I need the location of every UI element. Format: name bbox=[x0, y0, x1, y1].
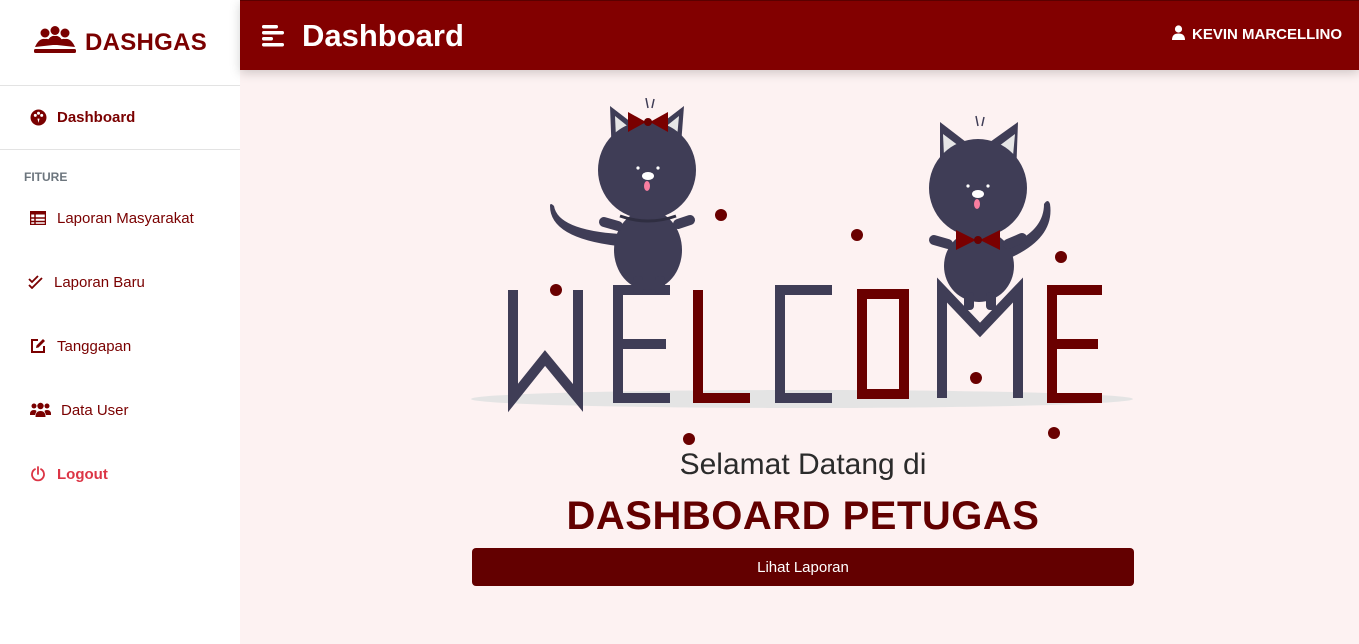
cat-right bbox=[929, 115, 1051, 310]
cat-left bbox=[550, 98, 696, 294]
user-icon bbox=[1172, 25, 1185, 44]
main-content: Selamat Datang di DASHBOARD PETUGAS Liha… bbox=[240, 70, 1359, 644]
sidebar-item-label: Logout bbox=[57, 465, 108, 483]
topbar: Dashboard KEVIN MARCELLINO bbox=[240, 0, 1359, 70]
user-menu[interactable]: KEVIN MARCELLINO bbox=[1172, 25, 1342, 44]
sidebar: DASHGAS Dashboard FITURE Laporan Masyara… bbox=[0, 0, 240, 644]
sidebar-section-title: FITURE bbox=[24, 170, 68, 184]
sidebar-item-logout[interactable]: Logout bbox=[0, 442, 240, 506]
sidebar-item-tanggapan[interactable]: Tanggapan bbox=[0, 314, 240, 378]
welcome-letters bbox=[508, 277, 1102, 413]
brand-name: DASHGAS bbox=[84, 28, 208, 56]
power-icon bbox=[29, 465, 47, 483]
edit-icon bbox=[29, 337, 47, 355]
lihat-laporan-button[interactable]: Lihat Laporan bbox=[472, 548, 1134, 586]
sidebar-item-laporan-baru[interactable]: Laporan Baru bbox=[0, 250, 240, 314]
page-title: Dashboard bbox=[302, 17, 464, 53]
brand[interactable]: DASHGAS bbox=[0, 0, 240, 86]
sidebar-item-label: Dashboard bbox=[57, 109, 136, 126]
sidebar-item-label: Data User bbox=[61, 401, 129, 419]
dashboard-headline: DASHBOARD PETUGAS bbox=[566, 494, 1040, 538]
users-icon bbox=[29, 401, 51, 419]
sidebar-item-label: Laporan Baru bbox=[54, 273, 145, 291]
sidebar-item-dashboard[interactable]: Dashboard bbox=[0, 86, 240, 150]
palette-icon bbox=[29, 109, 47, 127]
menu-toggle-icon[interactable] bbox=[262, 23, 288, 49]
user-name: KEVIN MARCELLINO bbox=[1192, 26, 1342, 43]
sidebar-item-label: Tanggapan bbox=[57, 337, 132, 355]
table-icon bbox=[29, 209, 47, 227]
welcome-illustration bbox=[471, 98, 1133, 445]
sidebar-item-data-user[interactable]: Data User bbox=[0, 378, 240, 442]
sidebar-item-laporan-masyarakat[interactable]: Laporan Masyarakat bbox=[0, 186, 240, 250]
users-group-icon bbox=[33, 25, 77, 60]
greeting-text: Selamat Datang di bbox=[679, 448, 927, 481]
double-check-icon bbox=[28, 273, 44, 291]
sidebar-item-label: Laporan Masyarakat bbox=[57, 209, 194, 227]
